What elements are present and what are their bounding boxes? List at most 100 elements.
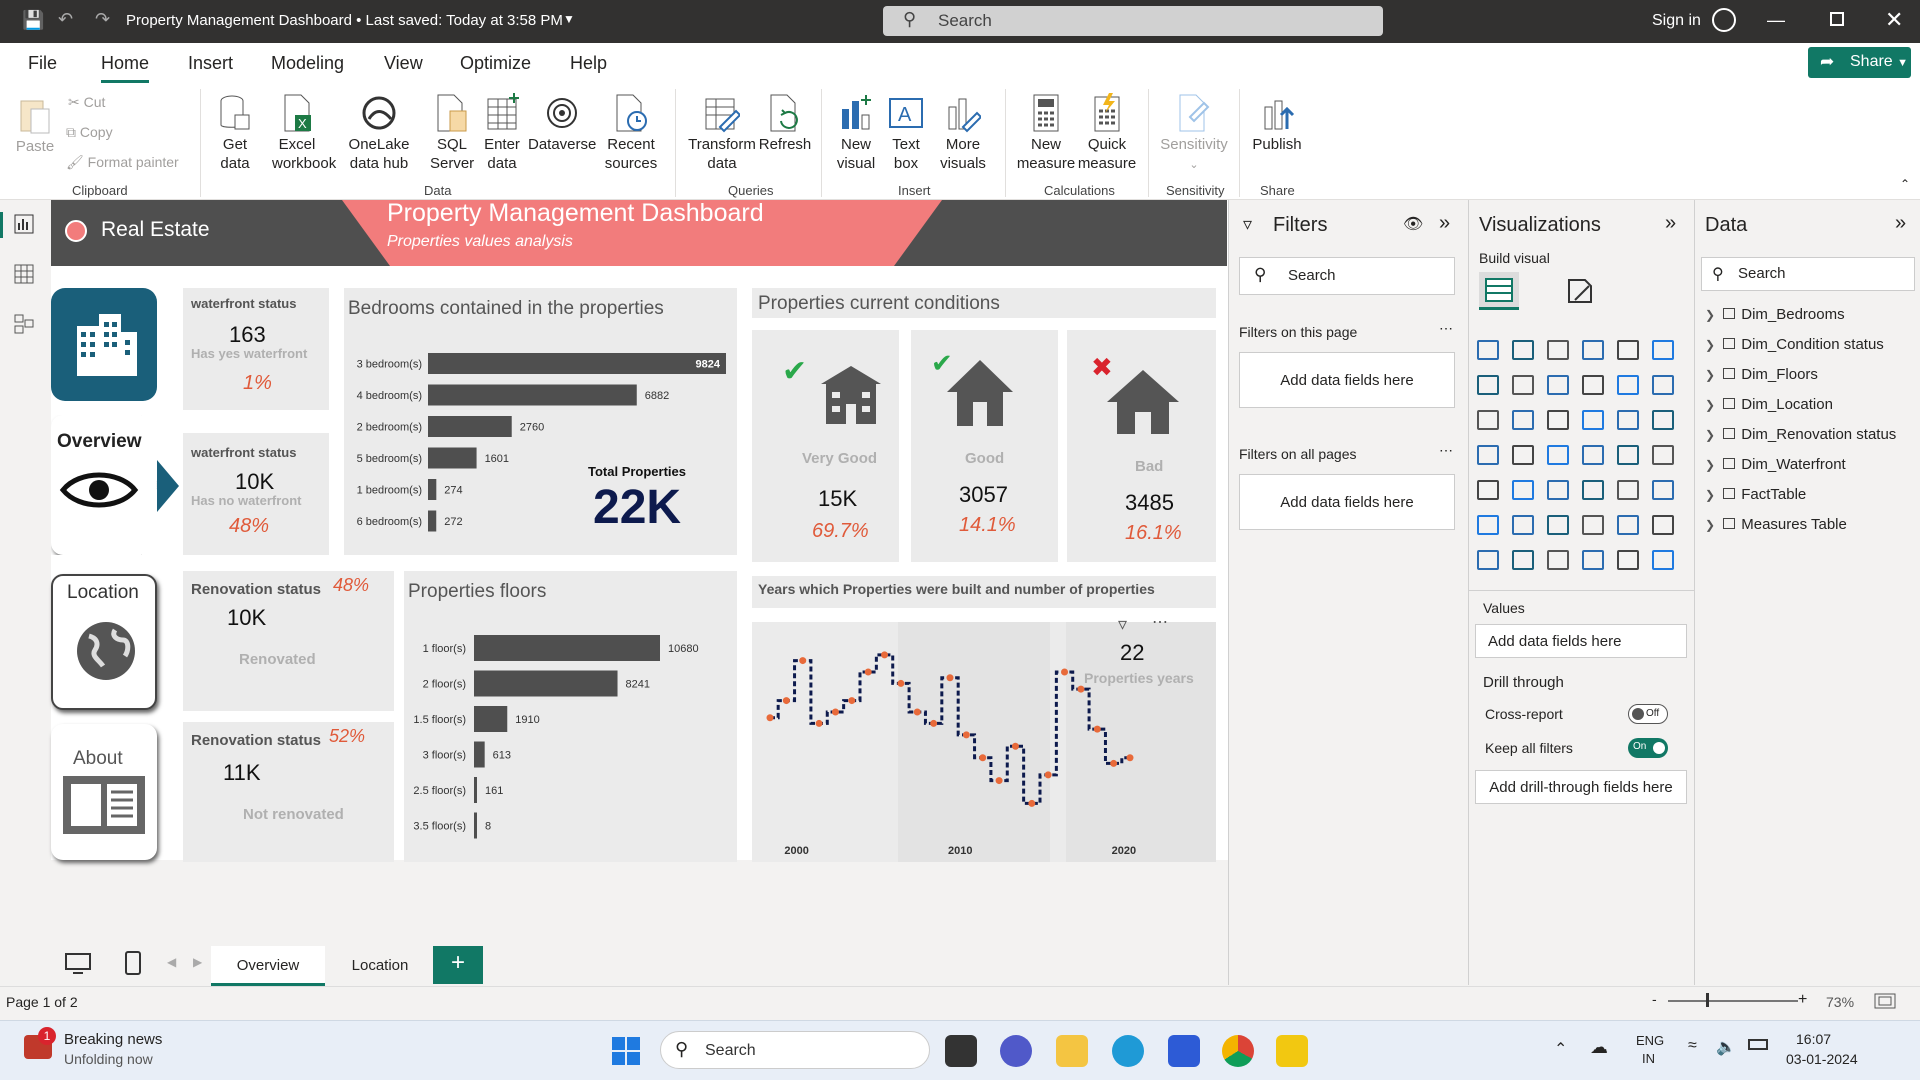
visual-type-icon[interactable] bbox=[1547, 410, 1569, 430]
visual-type-icon[interactable] bbox=[1617, 550, 1639, 570]
menu-modeling[interactable]: Modeling bbox=[271, 53, 344, 74]
values-drop[interactable]: Add data fields here bbox=[1475, 624, 1687, 658]
visual-type-icon[interactable] bbox=[1512, 445, 1534, 465]
mobile-layout-icon[interactable] bbox=[125, 951, 141, 975]
visual-type-icon[interactable] bbox=[1652, 340, 1674, 360]
visual-type-icon[interactable] bbox=[1652, 410, 1674, 430]
location-nav-button[interactable]: Location bbox=[51, 574, 157, 710]
add-page-button[interactable]: + bbox=[433, 946, 483, 984]
redo-icon[interactable]: ↷ bbox=[95, 9, 110, 30]
recent-sources-button[interactable]: Recent sources bbox=[596, 93, 666, 173]
visual-type-icon[interactable] bbox=[1477, 410, 1499, 430]
battery-icon[interactable] bbox=[1748, 1039, 1768, 1050]
collapse-icon[interactable]: » bbox=[1439, 212, 1450, 235]
maximize-icon[interactable] bbox=[1830, 12, 1844, 26]
filters-search[interactable]: ⚲ Search bbox=[1239, 257, 1455, 295]
cloud-icon[interactable]: ☁ bbox=[1590, 1037, 1608, 1058]
menu-insert[interactable]: Insert bbox=[188, 53, 233, 74]
collapse-ribbon-icon[interactable]: ⌃ bbox=[1900, 177, 1910, 191]
report-view-icon[interactable] bbox=[14, 214, 34, 234]
visual-type-icon[interactable] bbox=[1512, 375, 1534, 395]
home-nav-button[interactable] bbox=[51, 288, 157, 401]
cut-button[interactable]: ✂ Cut bbox=[68, 93, 105, 112]
table-item[interactable]: ❯ Dim_Bedrooms bbox=[1705, 306, 1915, 330]
tab-overview[interactable]: Overview bbox=[211, 946, 325, 986]
avatar-icon[interactable] bbox=[1712, 8, 1736, 32]
visual-type-icon[interactable] bbox=[1547, 340, 1569, 360]
sign-in-link[interactable]: Sign in bbox=[1652, 12, 1701, 30]
visual-type-icon[interactable] bbox=[1547, 445, 1569, 465]
menu-home[interactable]: Home bbox=[101, 53, 150, 83]
chevron-down-icon[interactable]: ▼ bbox=[563, 12, 575, 26]
zoom-out-icon[interactable]: - bbox=[1652, 991, 1657, 1007]
eye-icon[interactable]: 👁 bbox=[1403, 214, 1423, 234]
visual-type-icon[interactable] bbox=[1547, 480, 1569, 500]
desktop-layout-icon[interactable] bbox=[65, 953, 91, 975]
visual-type-icon[interactable] bbox=[1617, 480, 1639, 500]
format-visual-icon[interactable] bbox=[1565, 276, 1595, 306]
text-box-button[interactable]: A Text box bbox=[884, 93, 928, 173]
terminal-icon[interactable] bbox=[945, 1035, 977, 1067]
save-icon[interactable]: 💾 bbox=[22, 10, 44, 31]
menu-optimize[interactable]: Optimize bbox=[460, 53, 531, 74]
visual-type-icon[interactable] bbox=[1652, 515, 1674, 535]
visual-type-icon[interactable] bbox=[1477, 375, 1499, 395]
minimize-icon[interactable]: — bbox=[1767, 10, 1785, 31]
prev-page-icon[interactable]: ◀ bbox=[167, 955, 176, 969]
visual-type-icon[interactable] bbox=[1582, 445, 1604, 465]
visual-type-icon[interactable] bbox=[1652, 375, 1674, 395]
visual-type-icon[interactable] bbox=[1512, 515, 1534, 535]
visual-type-icon[interactable] bbox=[1547, 375, 1569, 395]
collapse-icon[interactable]: » bbox=[1895, 212, 1906, 235]
filter-icon[interactable]: ▿ bbox=[1118, 614, 1127, 635]
visual-type-icon[interactable] bbox=[1617, 340, 1639, 360]
more-icon[interactable]: ⋯ bbox=[1439, 320, 1453, 337]
new-measure-button[interactable]: New measure bbox=[1016, 93, 1076, 173]
add-fields-this-page[interactable]: Add data fields here bbox=[1239, 352, 1455, 408]
visual-type-icon[interactable] bbox=[1652, 445, 1674, 465]
chrome-icon[interactable] bbox=[1222, 1035, 1254, 1067]
undo-icon[interactable]: ↶ bbox=[58, 9, 73, 30]
news-title[interactable]: Breaking news bbox=[64, 1031, 162, 1048]
transform-data-button[interactable]: Transform data bbox=[686, 93, 758, 173]
volume-icon[interactable]: 🔈 bbox=[1716, 1037, 1736, 1057]
collapse-icon[interactable]: » bbox=[1665, 212, 1676, 235]
copy-button[interactable]: ⧉ Copy bbox=[66, 123, 113, 142]
visual-type-icon[interactable] bbox=[1547, 550, 1569, 570]
refresh-button[interactable]: Refresh bbox=[758, 93, 812, 154]
table-item[interactable]: ❯ FactTable bbox=[1705, 486, 1915, 510]
overview-nav-button[interactable]: Overview bbox=[51, 415, 157, 555]
visual-type-icon[interactable] bbox=[1617, 445, 1639, 465]
visual-type-icon[interactable] bbox=[1512, 410, 1534, 430]
visual-type-icon[interactable] bbox=[1512, 480, 1534, 500]
more-visuals-button[interactable]: More visuals bbox=[930, 93, 996, 173]
close-icon[interactable]: ✕ bbox=[1885, 7, 1903, 33]
visual-type-icon[interactable] bbox=[1547, 515, 1569, 535]
zoom-thumb[interactable] bbox=[1706, 993, 1709, 1007]
get-data-button[interactable]: Get data bbox=[210, 93, 260, 173]
next-page-icon[interactable]: ▶ bbox=[193, 955, 202, 969]
visual-type-icon[interactable] bbox=[1582, 515, 1604, 535]
visual-type-icon[interactable] bbox=[1582, 550, 1604, 570]
visual-type-icon[interactable] bbox=[1617, 410, 1639, 430]
table-item[interactable]: ❯ Dim_Waterfront bbox=[1705, 456, 1915, 480]
data-search[interactable]: ⚲ Search bbox=[1701, 257, 1915, 291]
visual-type-icon[interactable] bbox=[1582, 375, 1604, 395]
table-item[interactable]: ❯ Dim_Floors bbox=[1705, 366, 1915, 390]
file-explorer-icon[interactable] bbox=[1056, 1035, 1088, 1067]
more-options-icon[interactable]: ⋯ bbox=[1152, 612, 1168, 632]
visual-type-icon[interactable] bbox=[1477, 515, 1499, 535]
menu-file[interactable]: File bbox=[28, 53, 57, 74]
dataverse-button[interactable]: Dataverse bbox=[528, 93, 596, 154]
visual-type-icon[interactable] bbox=[1582, 410, 1604, 430]
table-item[interactable]: ❯ Dim_Condition status bbox=[1705, 336, 1915, 360]
sql-server-button[interactable]: SQL Server bbox=[430, 93, 474, 173]
clock-time[interactable]: 16:07 bbox=[1796, 1031, 1831, 1047]
visual-type-icon[interactable] bbox=[1652, 550, 1674, 570]
search-box[interactable]: ⚲ Search bbox=[883, 6, 1383, 36]
about-nav-button[interactable]: About bbox=[51, 724, 157, 860]
visual-type-icon[interactable] bbox=[1582, 340, 1604, 360]
visual-type-icon[interactable] bbox=[1477, 480, 1499, 500]
visual-type-icon[interactable] bbox=[1652, 480, 1674, 500]
paste-button[interactable]: Paste bbox=[14, 95, 56, 156]
